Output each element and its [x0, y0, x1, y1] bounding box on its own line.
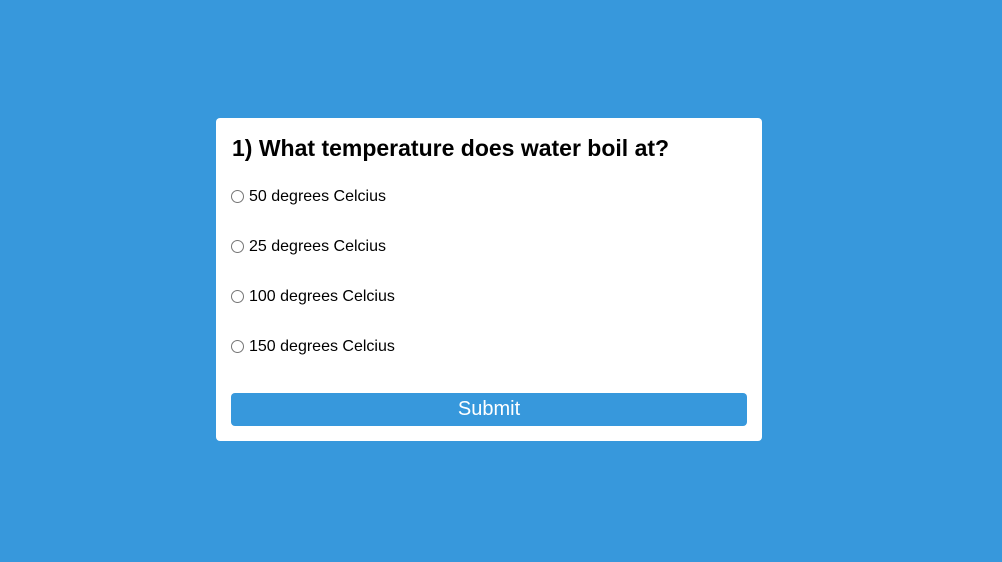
radio-circle-icon[interactable]	[231, 339, 244, 353]
radio-circle-icon[interactable]	[231, 239, 244, 253]
answer-options: 50 degrees Celcius 25 degrees Celcius 10…	[231, 172, 747, 372]
answer-option-1[interactable]: 50 degrees Celcius	[231, 172, 747, 222]
answer-option-3[interactable]: 100 degrees Celcius	[231, 272, 747, 322]
answer-option-label: 150 degrees Celcius	[249, 338, 395, 355]
quiz-card: 1) What temperature does water boil at? …	[216, 118, 762, 441]
submit-button[interactable]: Submit	[231, 393, 747, 426]
answer-option-label: 50 degrees Celcius	[249, 188, 386, 205]
question-title: 1) What temperature does water boil at?	[232, 135, 670, 161]
answer-option-label: 100 degrees Celcius	[249, 288, 395, 305]
answer-option-2[interactable]: 25 degrees Celcius	[231, 222, 747, 272]
radio-circle-icon[interactable]	[231, 289, 244, 303]
answer-option-label: 25 degrees Celcius	[249, 238, 386, 255]
page-background: { "quiz": { "question": "1) What tempera…	[0, 0, 1002, 562]
radio-circle-icon[interactable]	[231, 189, 244, 203]
answer-option-4[interactable]: 150 degrees Celcius	[231, 322, 747, 372]
